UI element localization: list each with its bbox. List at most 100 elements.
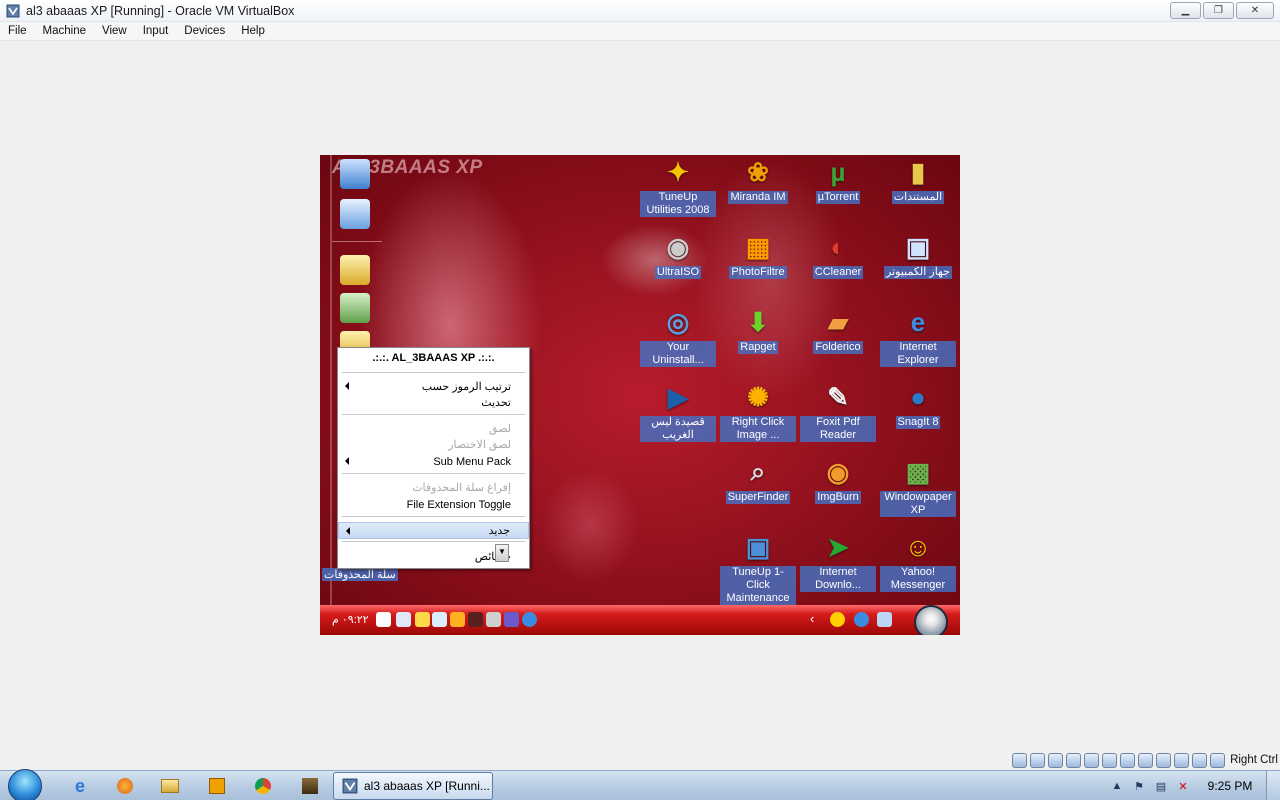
- photofiltre-icon: ▦: [745, 231, 771, 262]
- tray-volume-muted-icon[interactable]: ✕: [1172, 780, 1194, 793]
- context-menu-item[interactable]: Sub Menu Pack: [338, 453, 529, 470]
- menu-view[interactable]: View: [94, 22, 135, 41]
- menu-help[interactable]: Help: [233, 22, 273, 41]
- context-menu-scroll-down-icon[interactable]: ▼: [495, 544, 509, 562]
- desktop-icon[interactable]: e Internet Explorer: [880, 305, 956, 367]
- desktop-icon[interactable]: ✦ TuneUp Utilities 2008: [640, 155, 716, 217]
- taskbar-game-icon[interactable]: [290, 774, 330, 798]
- taskbar-explorer-icon[interactable]: [150, 774, 190, 798]
- ql-pictures-icon[interactable]: [340, 293, 370, 323]
- guest-start-orb[interactable]: [914, 605, 948, 635]
- ql-documents-icon[interactable]: [340, 255, 370, 285]
- desktop-icon[interactable]: ⬇ Rapget: [720, 305, 796, 354]
- taskbar-chrome-icon[interactable]: [243, 774, 283, 798]
- context-menu-item[interactable]: تحديث: [338, 394, 529, 411]
- guest-tray-chevron[interactable]: ‹: [810, 611, 814, 626]
- taskbar-ie-icon[interactable]: e: [60, 774, 100, 798]
- desktop-icon[interactable]: ✎ Foxit Pdf Reader: [800, 380, 876, 442]
- guest-tray-icon-8[interactable]: [504, 612, 519, 627]
- desktop-icon[interactable]: ▦ PhotoFiltre: [720, 230, 796, 279]
- vbox-network-icon[interactable]: [1084, 752, 1100, 768]
- real-player-icon: ▶: [668, 381, 688, 412]
- guest-tray-icon-9[interactable]: [522, 612, 537, 627]
- tray-network-icon[interactable]: ▤: [1150, 780, 1172, 793]
- guest-tray-icon-3[interactable]: [415, 612, 430, 627]
- guest-tray-icon-6[interactable]: [468, 612, 483, 627]
- tray-show-hidden-icon[interactable]: ▲: [1106, 780, 1128, 792]
- desktop-icon[interactable]: ◎ Your Uninstall...: [640, 305, 716, 367]
- guest-tray-icon-4[interactable]: [432, 612, 447, 627]
- foxit-reader-icon: ✎: [827, 381, 849, 412]
- guest-volume-icon[interactable]: [376, 612, 391, 627]
- context-menu-separator: [342, 414, 525, 415]
- desktop-icon-label: Foxit Pdf Reader: [800, 416, 876, 442]
- desktop-icon[interactable]: ◉ UltraISO: [640, 230, 716, 279]
- guest-screen[interactable]: AL_3BAAAS XP ✦ TuneUp Utilities 2008 ❀ Mira…: [320, 155, 960, 635]
- desktop-icon-label: PhotoFiltre: [729, 266, 787, 279]
- vbox-floppy-icon[interactable]: [1066, 752, 1082, 768]
- context-menu-item[interactable]: إفراغ سلة المحذوفات: [338, 479, 529, 496]
- tray-clock[interactable]: 9:25 PM: [1194, 779, 1266, 793]
- desktop-icon[interactable]: ▣ TuneUp 1-Click Maintenance: [720, 530, 796, 605]
- desktop-icon[interactable]: ➤ Internet Downlo...: [800, 530, 876, 592]
- taskbar-firefox-icon[interactable]: [105, 774, 145, 798]
- vbox-vtx-icon[interactable]: [1174, 752, 1190, 768]
- vbox-mouse-integration-icon[interactable]: [1192, 752, 1208, 768]
- guest-tray-icon-7[interactable]: [486, 612, 501, 627]
- desktop-icon[interactable]: ● SnagIt 8: [880, 380, 956, 429]
- desktop-icon-label: CCleaner: [812, 266, 864, 279]
- desktop-icon[interactable]: ▶ قصيدة ليس الغريب: [640, 380, 716, 442]
- context-menu-item[interactable]: لصق الاختصار: [338, 436, 529, 453]
- guest-tray-icon-2[interactable]: [396, 612, 411, 627]
- rapget-icon: ⬇: [747, 306, 769, 337]
- vbox-keyboard-icon[interactable]: [1210, 752, 1226, 768]
- guest-refresh-icon[interactable]: [854, 612, 869, 627]
- desktop-icon[interactable]: ▮ المستندات: [880, 155, 956, 204]
- menu-machine[interactable]: Machine: [35, 22, 94, 41]
- menu-bar: File Machine View Input Devices Help: [0, 22, 1280, 41]
- taskbar-virtualbox-task[interactable]: al3 abaaas XP [Runni...: [333, 772, 493, 800]
- desktop-icon[interactable]: ◐ CCleaner: [800, 230, 876, 279]
- ql-my-computer-icon[interactable]: [340, 159, 370, 189]
- ql-control-panel-icon[interactable]: [340, 199, 370, 229]
- taskbar-media-player-icon[interactable]: [197, 774, 237, 798]
- vbox-hdd-icon[interactable]: [1012, 752, 1028, 768]
- show-desktop-button[interactable]: [1266, 771, 1280, 800]
- menu-file[interactable]: File: [0, 22, 35, 41]
- desktop-icon[interactable]: ▩ Windowpaper XP: [880, 455, 956, 517]
- vbox-recording-icon[interactable]: [1156, 752, 1172, 768]
- vbox-display-icon[interactable]: [1138, 752, 1154, 768]
- guest-show-desktop-icon[interactable]: [877, 612, 892, 627]
- vbox-shared-folder-icon[interactable]: [1120, 752, 1136, 768]
- tray-action-center-icon[interactable]: ⚑: [1128, 780, 1150, 793]
- desktop-icon[interactable]: µ µTorrent: [800, 155, 876, 204]
- close-button[interactable]: ✕: [1236, 2, 1274, 19]
- vbox-usb-icon[interactable]: [1102, 752, 1118, 768]
- desktop-icon[interactable]: ❀ Miranda IM: [720, 155, 796, 204]
- windows-start-button[interactable]: [8, 769, 42, 800]
- desktop-icon[interactable]: ⌕ SuperFinder: [720, 455, 796, 504]
- desktop-icon-label: TuneUp Utilities 2008: [640, 191, 716, 217]
- guest-tray-icon-5[interactable]: [450, 612, 465, 627]
- desktop-icon[interactable]: ▣ جهاز الكمبيوتر: [880, 230, 956, 279]
- vbox-optical-icon[interactable]: [1030, 752, 1046, 768]
- context-menu-item-label: لصق الاختصار: [448, 439, 511, 451]
- guest-messenger-icon[interactable]: [830, 612, 845, 627]
- context-menu-item[interactable]: ترتيب الرموز حسب: [338, 378, 529, 395]
- desktop-icon[interactable]: ☺ Yahoo! Messenger: [880, 530, 956, 592]
- vbox-audio-icon[interactable]: [1048, 752, 1064, 768]
- window-titlebar[interactable]: al3 abaaas XP [Running] - Oracle VM Virt…: [0, 0, 1280, 22]
- submenu-arrow-icon: [346, 527, 350, 535]
- maximize-button[interactable]: ❐: [1203, 2, 1234, 19]
- recycle-bin-label[interactable]: سلة المحذوفات: [322, 568, 398, 581]
- desktop-icon[interactable]: ▰ Folderico: [800, 305, 876, 354]
- desktop-icon[interactable]: ✺ Right Click Image ...: [720, 380, 796, 442]
- minimize-button[interactable]: ▁: [1170, 2, 1201, 19]
- context-menu-item[interactable]: File Extension Toggle: [338, 496, 529, 513]
- desktop-icon-label: المستندات: [891, 191, 945, 204]
- context-menu-item[interactable]: لصق: [338, 420, 529, 437]
- desktop-icon[interactable]: ◉ ImgBurn: [800, 455, 876, 504]
- menu-input[interactable]: Input: [135, 22, 177, 41]
- context-menu-item[interactable]: جديد: [338, 522, 529, 539]
- menu-devices[interactable]: Devices: [176, 22, 233, 41]
